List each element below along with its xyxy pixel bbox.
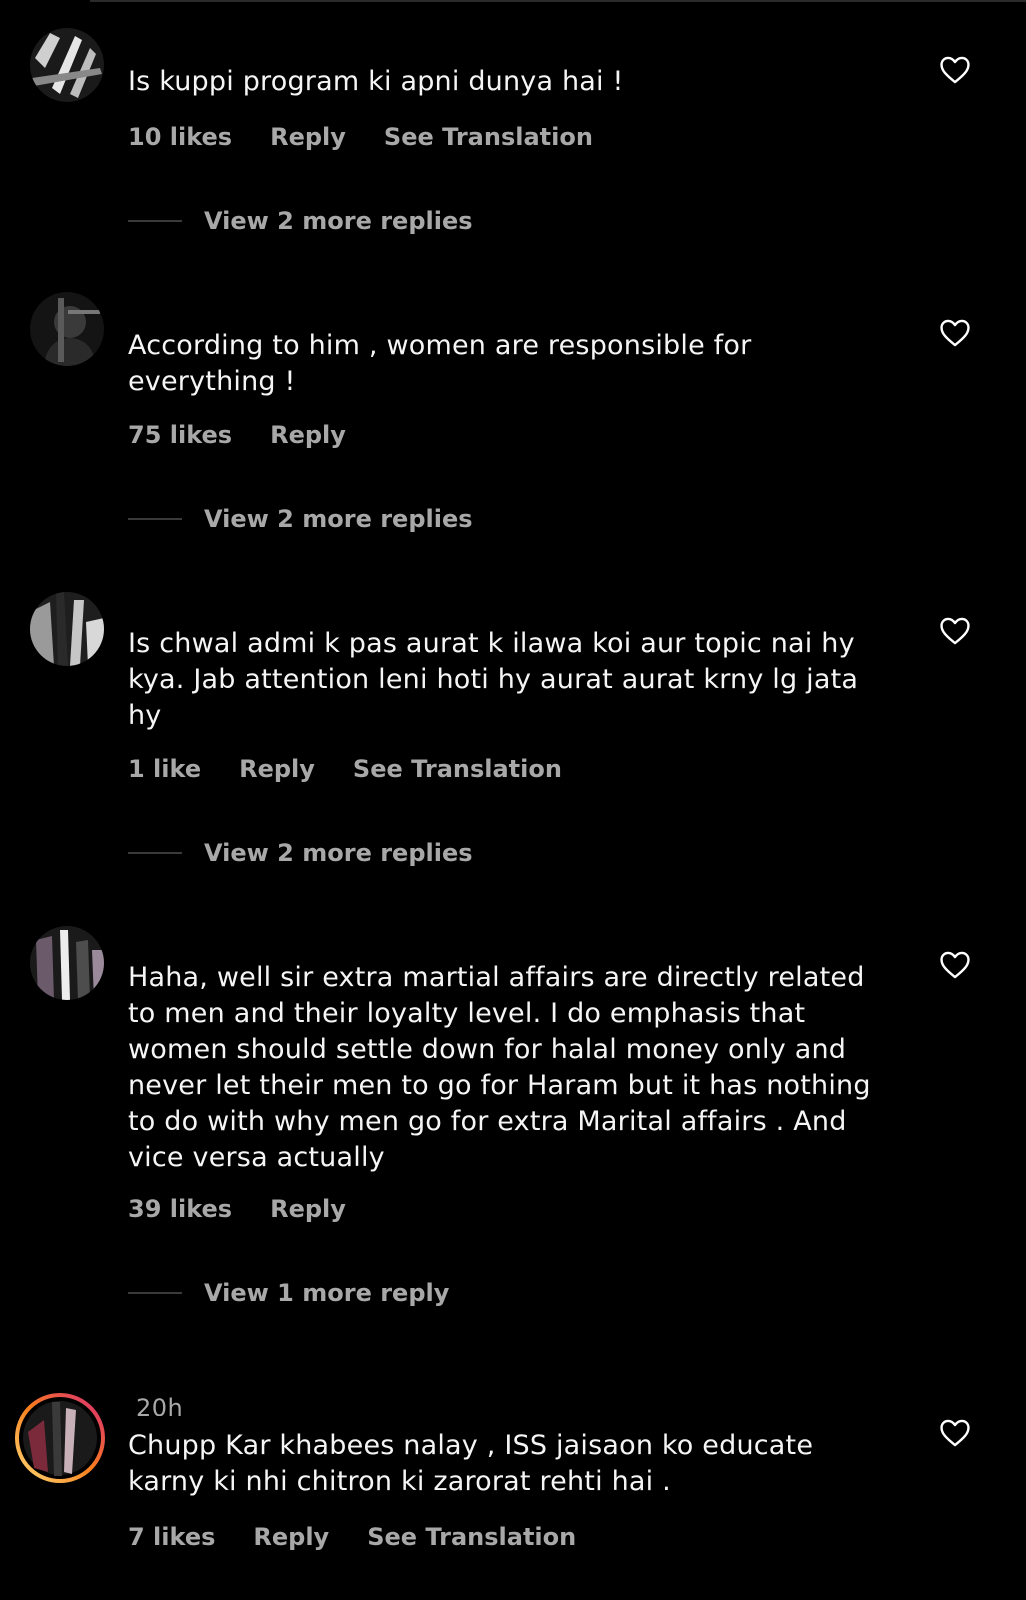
heart-outline-icon[interactable] [938,614,972,648]
view-replies-label: View 2 more replies [204,839,473,867]
avatar[interactable] [30,926,104,1000]
avatar[interactable] [30,292,104,366]
top-divider [90,0,1026,2]
timestamp: 20h [136,1394,184,1416]
replies-divider-line [128,1292,182,1294]
avatar-with-story-ring[interactable] [14,1392,106,1484]
view-replies-button[interactable]: View 2 more replies [128,206,473,236]
comment-meta: 20h [128,1394,183,1416]
view-replies-label: View 1 more reply [204,1279,450,1307]
see-translation-button[interactable]: See Translation [384,123,593,151]
view-replies-label: View 2 more replies [204,505,473,533]
heart-outline-icon[interactable] [938,316,972,350]
comment-text: Is chwal admi k pas aurat k ilawa koi au… [128,628,859,731]
heart-outline-icon[interactable] [938,1416,972,1450]
comment-text: Chupp Kar khabees nalay , ISS jaisaon ko… [128,1430,814,1497]
comment-actions: 7 likes Reply See Translation [128,1522,614,1552]
avatar-image [30,292,104,366]
replies-divider-line [128,220,182,222]
view-replies-button[interactable]: View 1 more reply [128,1278,449,1308]
comment-actions: 10 likes Reply See Translation [128,122,631,152]
reply-button[interactable]: Reply [270,421,346,449]
reply-button[interactable]: Reply [270,1195,346,1223]
likes-count[interactable]: 10 likes [128,123,232,151]
see-translation-button[interactable]: See Translation [367,1523,576,1551]
likes-count[interactable]: 7 likes [128,1523,215,1551]
replies-divider-line [128,852,182,854]
comment-actions: 1 like Reply See Translation [128,754,600,784]
comment-actions: 39 likes Reply [128,1194,384,1224]
likes-count[interactable]: 1 like [128,755,201,783]
avatar-image [30,926,104,1000]
replies-divider-line [128,518,182,520]
avatar-image [30,28,104,102]
view-replies-label: View 2 more replies [204,207,473,235]
see-translation-button[interactable]: See Translation [353,755,562,783]
reply-button[interactable]: Reply [253,1523,329,1551]
story-ring-avatar [15,1393,105,1483]
avatar-image [30,592,104,666]
view-replies-button[interactable]: View 2 more replies [128,838,473,868]
avatar[interactable] [30,592,104,666]
comment-actions: 75 likes Reply [128,420,384,450]
comment-text: Is kuppi program ki apni dunya hai ! [128,66,624,97]
avatar[interactable] [30,28,104,102]
heart-outline-icon[interactable] [938,53,972,87]
likes-count[interactable]: 39 likes [128,1195,232,1223]
comment-text: According to him , women are responsible… [128,330,752,397]
reply-button[interactable]: Reply [239,755,315,783]
heart-outline-icon[interactable] [938,948,972,982]
likes-count[interactable]: 75 likes [128,421,232,449]
comment-text: Haha, well sir extra martial affairs are… [128,962,871,1173]
reply-button[interactable]: Reply [270,123,346,151]
view-replies-button[interactable]: View 2 more replies [128,504,473,534]
